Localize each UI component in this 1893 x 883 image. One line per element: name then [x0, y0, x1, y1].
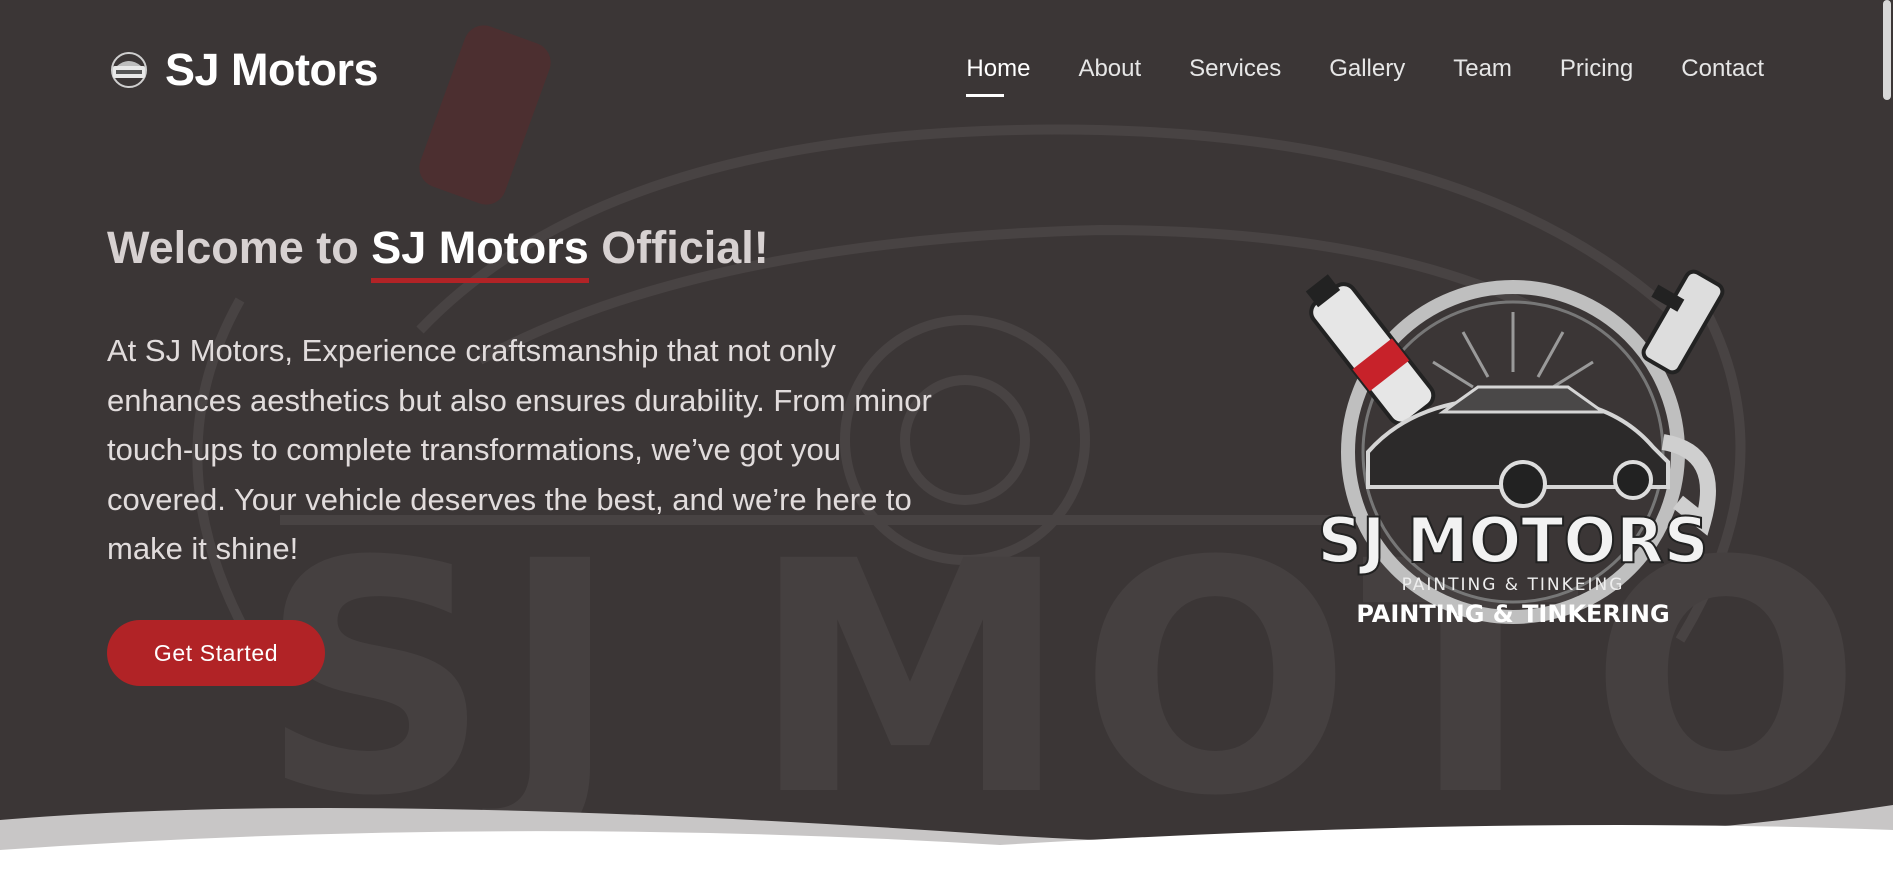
- scrollbar-thumb[interactable]: [1883, 0, 1891, 100]
- nav-services[interactable]: Services: [1189, 55, 1281, 91]
- hero-title: Welcome to SJ Motors Official!: [107, 222, 769, 274]
- sj-motors-emblem: SJ MOTORS PAINTING & TINKEING PAINTING &…: [1305, 269, 1725, 628]
- hero-bottom-wave: [0, 805, 1893, 883]
- emblem-tagline: PAINTING & TINKERING: [1356, 600, 1669, 628]
- nav-pricing[interactable]: Pricing: [1560, 55, 1633, 91]
- emblem-subtitle: PAINTING & TINKEING: [1402, 575, 1625, 595]
- site-header: SJ Motors Home About Services Gallery Te…: [0, 0, 1879, 140]
- emblem-text-group: SJ MOTORS PAINTING & TINKEING PAINTING &…: [1316, 503, 1709, 628]
- brand[interactable]: SJ Motors: [107, 44, 379, 96]
- sj-motors-logo-icon: [111, 52, 147, 88]
- hero-title-suffix: Official!: [588, 222, 769, 273]
- hero-title-prefix: Welcome to: [107, 222, 372, 273]
- hero-title-highlight: SJ Motors: [371, 222, 589, 273]
- emblem-title: SJ MOTORS: [1317, 504, 1708, 577]
- brand-name: SJ Motors: [165, 44, 379, 95]
- nav-contact[interactable]: Contact: [1681, 55, 1764, 91]
- nav-about[interactable]: About: [1078, 55, 1141, 91]
- nav-gallery[interactable]: Gallery: [1329, 55, 1405, 91]
- nav-home[interactable]: Home: [966, 55, 1030, 97]
- hero-description: At SJ Motors, Experience craftsmanship t…: [107, 333, 932, 566]
- nav-team[interactable]: Team: [1453, 55, 1512, 91]
- main-nav: Home About Services Gallery Team Pricing…: [966, 55, 1764, 97]
- get-started-button[interactable]: Get Started: [107, 620, 325, 686]
- scrollbar[interactable]: [1879, 0, 1893, 883]
